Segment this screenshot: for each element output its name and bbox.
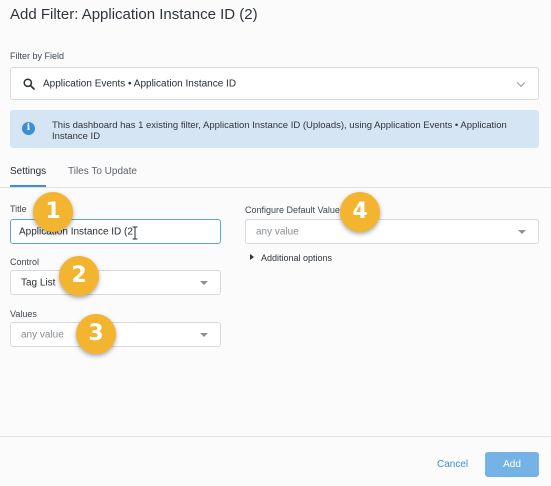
active-tab-indicator xyxy=(10,185,46,187)
info-banner: i This dashboard has 1 existing filter, … xyxy=(10,110,539,148)
caret-down-icon xyxy=(200,332,208,337)
values-label: Values xyxy=(10,309,37,319)
cancel-button[interactable]: Cancel xyxy=(437,459,468,470)
footer-divider xyxy=(0,436,551,437)
values-placeholder: any value xyxy=(21,329,64,340)
filter-by-field-select[interactable]: Application Events • Application Instanc… xyxy=(10,67,539,100)
default-value-select[interactable]: any value xyxy=(245,219,539,244)
caret-down-icon xyxy=(518,229,526,234)
dialog-title: Add Filter: Application Instance ID (2) xyxy=(10,6,258,23)
title-label: Title xyxy=(10,204,27,214)
info-banner-text: This dashboard has 1 existing filter, Ap… xyxy=(52,120,507,142)
tab-tiles-to-update[interactable]: Tiles To Update xyxy=(68,166,137,177)
annotation-badge-3: 3 xyxy=(76,314,116,354)
control-select[interactable]: Tag List xyxy=(10,270,221,295)
control-label: Control xyxy=(10,257,40,267)
annotation-badge-2: 2 xyxy=(59,256,99,296)
control-select-value: Tag List xyxy=(21,277,56,288)
add-button[interactable]: Add xyxy=(485,452,539,477)
text-cursor-icon xyxy=(132,226,138,240)
caret-down-icon xyxy=(200,280,208,285)
filter-by-field-value: Application Events • Application Instanc… xyxy=(43,78,237,89)
annotation-badge-1: 1 xyxy=(33,192,73,232)
info-icon: i xyxy=(22,122,35,135)
title-input-value: Application Instance ID (2 xyxy=(19,226,133,237)
expand-triangle-icon[interactable] xyxy=(250,254,254,260)
annotation-badge-4: 4 xyxy=(340,192,380,232)
default-value-placeholder: any value xyxy=(256,226,299,237)
tab-bar: Settings Tiles To Update xyxy=(0,162,551,188)
additional-options-toggle[interactable]: Additional options xyxy=(261,253,332,263)
chevron-down-icon xyxy=(516,78,526,87)
add-filter-dialog: Add Filter: Application Instance ID (2) … xyxy=(0,0,551,486)
configure-default-value-label: Configure Default Value xyxy=(245,205,340,215)
filter-by-field-label: Filter by Field xyxy=(10,51,65,61)
tab-settings[interactable]: Settings xyxy=(10,166,46,177)
search-icon xyxy=(23,77,35,90)
